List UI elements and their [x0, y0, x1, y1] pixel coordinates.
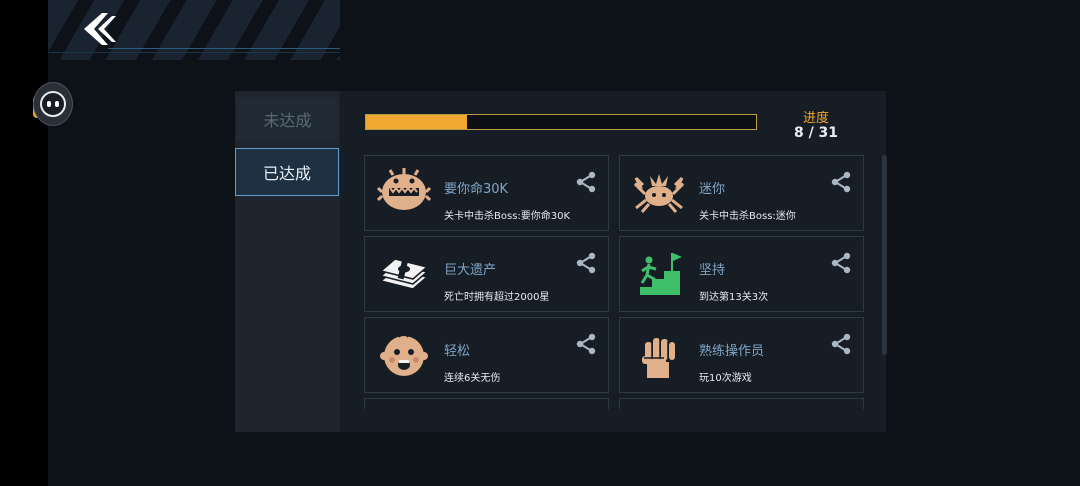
achievement-card[interactable]: 巨大遗产 死亡时拥有超过2000星 [364, 236, 609, 312]
achievement-title: 巨大遗产 [444, 263, 497, 278]
back-arrow-icon [84, 13, 116, 45]
boss-mini-crab-icon [633, 174, 685, 213]
progress-count: 8 / 31 [793, 125, 839, 141]
achievement-desc: 玩10次游戏 [699, 373, 752, 384]
list-scrollbar[interactable] [882, 155, 887, 355]
achievement-title: 坚持 [699, 263, 726, 278]
achievement-title: 熟练操作员 [699, 344, 765, 359]
share-icon[interactable] [574, 332, 598, 356]
achievement-card[interactable]: 坚持 到达第13关3次 [619, 236, 864, 312]
left-black-strip [0, 0, 48, 486]
achievements-panel: 未达成 已达成 进度 8 / 31 要你命30K 关卡中击杀Boss:要你命30… [235, 91, 887, 432]
progress-label: 进度 [802, 111, 829, 126]
achievement-desc: 到达第13关3次 [699, 292, 769, 303]
robot-face-icon [40, 91, 66, 117]
share-icon[interactable] [574, 251, 598, 275]
back-button[interactable] [78, 8, 122, 50]
achievement-title: 迷你 [699, 182, 726, 197]
achievement-card[interactable]: 轻松 连续6关无伤 [364, 317, 609, 393]
raised-fist-icon [642, 338, 675, 378]
share-icon[interactable] [829, 170, 853, 194]
achievement-desc: 死亡时拥有超过2000星 [444, 292, 550, 303]
achievement-desc: 连续6关无伤 [444, 373, 501, 384]
money-stack-icon [379, 258, 429, 290]
boss-30k-icon [377, 168, 431, 210]
share-icon[interactable] [574, 170, 598, 194]
achievement-desc: 关卡中击杀Boss:迷你 [699, 211, 796, 222]
tab-unachieved[interactable]: 未达成 [237, 97, 338, 141]
share-icon[interactable] [829, 251, 853, 275]
achievement-card[interactable]: 迷你 关卡中击杀Boss:迷你 [619, 155, 864, 231]
header-divider [108, 48, 340, 49]
achievement-card[interactable] [619, 398, 864, 409]
achievement-card[interactable]: 熟练操作员 玩10次游戏 [619, 317, 864, 393]
avatar-button[interactable] [33, 82, 73, 126]
climb-stairs-flag-icon [640, 253, 682, 295]
achievements-main: 进度 8 / 31 要你命30K 关卡中击杀Boss:要你命30K 迷你 关卡中… [342, 91, 887, 432]
header-divider-lower [48, 52, 340, 53]
achievement-card[interactable]: 要你命30K 关卡中击杀Boss:要你命30K [364, 155, 609, 231]
achievement-desc: 关卡中击杀Boss:要你命30K [444, 211, 571, 222]
progress-bar [365, 114, 757, 130]
baby-face-icon [380, 333, 428, 376]
progress-fill [366, 115, 467, 129]
share-icon[interactable] [829, 332, 853, 356]
achievement-card[interactable] [364, 398, 609, 409]
achievement-list[interactable]: 要你命30K 关卡中击杀Boss:要你命30K 迷你 关卡中击杀Boss:迷你 [364, 155, 874, 409]
achievement-title: 要你命30K [444, 182, 509, 197]
tab-achieved[interactable]: 已达成 [235, 148, 339, 196]
tab-sidebar: 未达成 已达成 [235, 91, 340, 432]
achievement-title: 轻松 [444, 344, 471, 359]
